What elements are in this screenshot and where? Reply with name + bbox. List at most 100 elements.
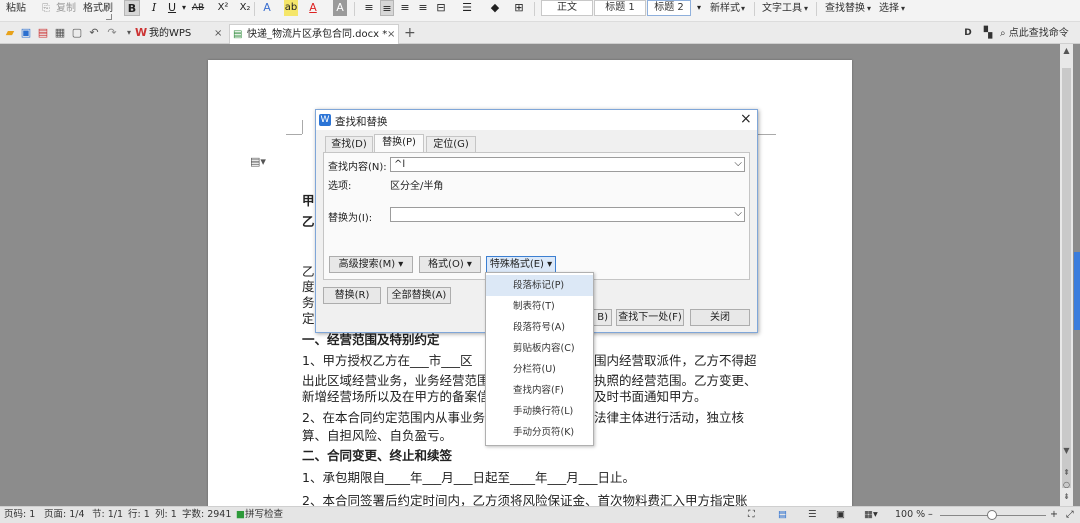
find-input[interactable]: ^l ⌵ — [390, 157, 745, 172]
character-shading-button[interactable]: A — [333, 0, 347, 16]
tab-document[interactable]: ▤ 快递_物流片区承包合同.docx * × — [229, 24, 399, 44]
text-tools-button[interactable]: 文字工具 — [762, 0, 802, 18]
status-page-number[interactable]: 页码: 1 — [4, 507, 35, 523]
menu-item-find-content[interactable]: 查找内容(F) — [486, 380, 593, 401]
zoom-level[interactable]: 100 % — [895, 507, 925, 523]
special-format-button[interactable]: 特殊格式(E) ▾ — [486, 256, 556, 273]
chevron-down-icon[interactable]: ⌵ — [734, 207, 742, 220]
page-navigation-icon[interactable]: ▤▾ — [250, 155, 266, 168]
doc-line: 2、在本合同约定范围内从事业务 — [302, 410, 485, 425]
menu-item-manual-line-break[interactable]: 手动换行符(L) — [486, 401, 593, 422]
menu-item-paragraph-symbol[interactable]: 段落符号(A) — [486, 317, 593, 338]
format-button[interactable]: 格式(O) ▾ — [419, 256, 481, 273]
tab-close-icon[interactable]: × — [387, 25, 395, 44]
zoom-slider-handle[interactable] — [987, 510, 997, 520]
command-search-input[interactable]: ⌕ 点此查找命令 — [1000, 24, 1069, 44]
underline-button[interactable]: U — [166, 0, 178, 16]
export-pdf-icon[interactable]: ▤ — [37, 27, 49, 39]
chevron-down-icon[interactable]: ▾ — [867, 0, 871, 18]
find-next-button[interactable]: 查找下一处(F) — [616, 309, 684, 326]
subscript-button[interactable]: X₂ — [236, 0, 254, 16]
full-screen-icon[interactable]: ⛶ — [748, 507, 755, 523]
side-panel-toggle[interactable] — [1074, 252, 1080, 330]
styles-more-icon[interactable]: ▾ — [694, 0, 704, 16]
find-replace-button[interactable]: 查找替换 — [825, 0, 865, 18]
new-tab-button[interactable]: + — [404, 24, 416, 44]
distributed-align-icon[interactable]: ⊟ — [434, 0, 448, 16]
previous-page-icon[interactable]: ⇞ — [1060, 468, 1073, 478]
tab-find[interactable]: 查找(D) — [325, 136, 373, 152]
italic-button[interactable]: I — [148, 0, 160, 16]
paste-button[interactable]: 粘贴 — [6, 0, 26, 18]
doc-assistant-icon[interactable]: D — [962, 27, 974, 39]
dialog-title-bar[interactable]: W 查找和替换 × — [316, 110, 757, 130]
line-spacing-icon[interactable]: ☰ — [458, 0, 476, 16]
status-pages[interactable]: 页面: 1/4 — [44, 507, 85, 523]
select-browse-object-icon[interactable]: ○ — [1060, 480, 1073, 490]
zoom-in-icon[interactable]: + — [1050, 507, 1058, 523]
chevron-down-icon[interactable]: ▾ — [741, 0, 745, 18]
vertical-scrollbar[interactable]: ▲ ▼ ⇞ ○ ⇟ — [1060, 44, 1073, 506]
justify-icon[interactable]: ≡ — [416, 0, 430, 16]
menu-item-tab-char[interactable]: 制表符(T) — [486, 296, 593, 317]
chevron-down-icon[interactable]: ⌵ — [734, 157, 742, 170]
font-color-button[interactable]: A — [307, 0, 319, 16]
close-button[interactable]: 关闭 — [690, 309, 750, 326]
chevron-down-icon[interactable]: ▾ — [123, 27, 135, 39]
open-folder-icon[interactable]: ▰ — [4, 27, 16, 39]
chevron-down-icon[interactable]: ▾ — [180, 0, 188, 16]
web-view-icon[interactable]: ▦▾ — [864, 507, 878, 523]
chevron-down-icon[interactable]: ▾ — [901, 0, 905, 18]
zoom-out-icon[interactable]: – — [928, 507, 933, 523]
strikethrough-button[interactable]: AB — [190, 0, 206, 16]
select-button[interactable]: 选择 — [879, 0, 899, 18]
replace-input[interactable]: ⌵ — [390, 207, 745, 222]
chevron-down-icon[interactable]: ▾ — [804, 0, 808, 18]
fit-window-icon[interactable]: ⤢ — [1066, 507, 1074, 523]
tab-close-icon[interactable]: × — [214, 24, 222, 44]
text-effect-button[interactable]: A — [260, 0, 274, 16]
menu-item-column-break[interactable]: 分栏符(U) — [486, 359, 593, 380]
style-heading-2[interactable]: 标题 2 — [647, 0, 691, 16]
border-icon[interactable]: ⊞ — [510, 0, 528, 16]
menu-item-paragraph-mark[interactable]: 段落标记(P) — [486, 275, 593, 296]
tab-my-wps[interactable]: 我的WPS — [149, 24, 191, 44]
dialog-title: 查找和替换 — [335, 116, 388, 128]
copy-icon[interactable]: ⎘ — [42, 0, 50, 18]
align-center-icon[interactable]: ≡ — [380, 0, 394, 16]
new-style-button[interactable]: 新样式 — [710, 0, 740, 18]
shading-fill-icon[interactable]: ◆ — [484, 0, 506, 16]
clipboard-group-launcher-icon[interactable] — [106, 14, 112, 20]
save-icon[interactable]: ▣ — [20, 27, 32, 39]
superscript-button[interactable]: X² — [214, 0, 232, 16]
notification-icon[interactable]: ▚ — [982, 27, 994, 39]
redo-icon[interactable]: ↷ — [106, 27, 118, 39]
scroll-up-icon[interactable]: ▲ — [1060, 46, 1073, 56]
style-normal[interactable]: 正文 — [541, 0, 593, 16]
close-icon[interactable]: × — [740, 111, 752, 127]
page-view-icon[interactable]: ▤ — [778, 507, 787, 523]
scrollbar-thumb[interactable] — [1062, 68, 1071, 488]
outline-view-icon[interactable]: ☰ — [808, 507, 817, 523]
align-right-icon[interactable]: ≡ — [398, 0, 412, 16]
tab-goto[interactable]: 定位(G) — [426, 136, 476, 152]
align-left-icon[interactable]: ≡ — [362, 0, 376, 16]
print-preview-icon[interactable]: ▢ — [71, 27, 83, 39]
reading-view-icon[interactable]: ▣ — [836, 507, 845, 523]
style-heading-1[interactable]: 标题 1 — [594, 0, 646, 16]
highlight-button[interactable]: ab — [284, 0, 298, 16]
replace-all-button[interactable]: 全部替换(A) — [387, 287, 451, 304]
scroll-down-icon[interactable]: ▼ — [1060, 446, 1073, 456]
replace-button[interactable]: 替换(R) — [323, 287, 381, 304]
status-word-count[interactable]: 字数: 2941 — [182, 507, 231, 523]
print-icon[interactable]: ▦ — [54, 27, 66, 39]
undo-icon[interactable]: ↶ — [88, 27, 100, 39]
bold-button[interactable]: B — [124, 0, 140, 16]
copy-button[interactable]: 复制 — [56, 0, 76, 18]
next-page-icon[interactable]: ⇟ — [1060, 492, 1073, 502]
tab-replace[interactable]: 替换(P) — [374, 134, 424, 153]
menu-item-manual-page-break[interactable]: 手动分页符(K) — [486, 422, 593, 443]
spell-check-button[interactable]: 拼写检查 — [245, 507, 283, 523]
advanced-search-button[interactable]: 高级搜索(M) ▾ — [329, 256, 413, 273]
menu-item-clipboard-content[interactable]: 剪贴板内容(C) — [486, 338, 593, 359]
